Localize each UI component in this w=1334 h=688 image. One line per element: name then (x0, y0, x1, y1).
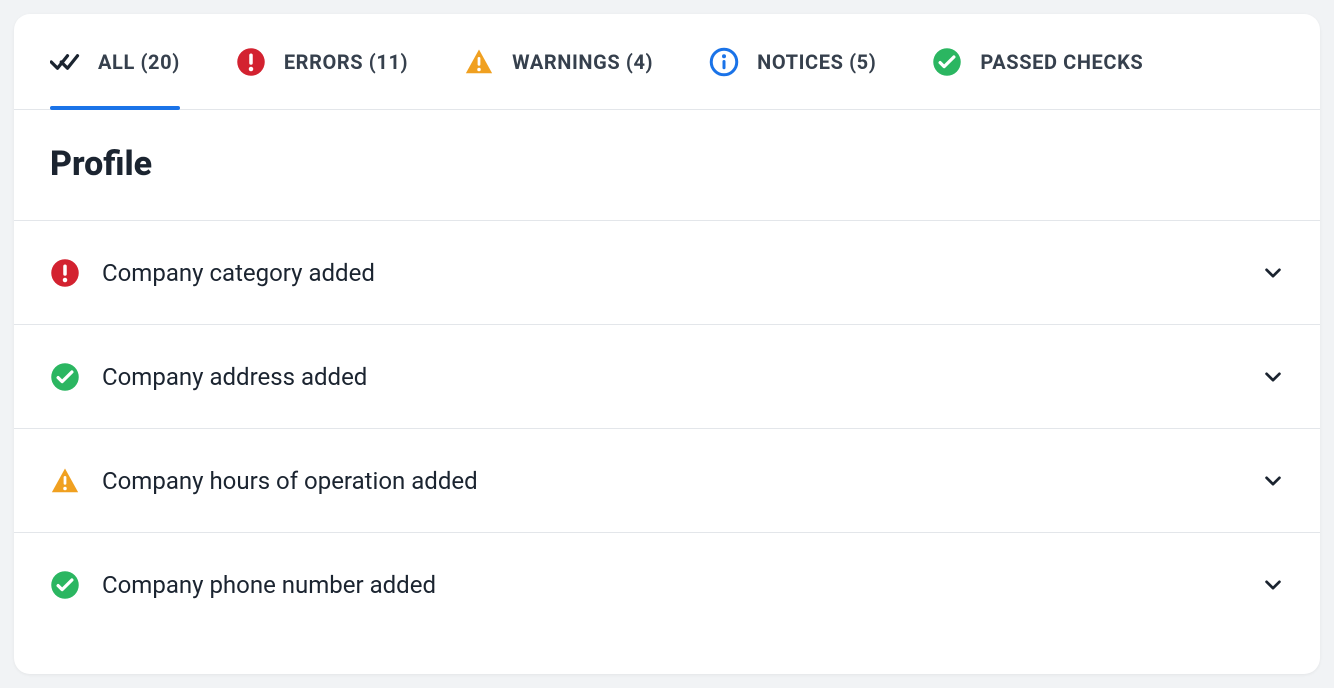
check-row-label: Company hours of operation added (102, 467, 478, 495)
tab-warnings-label: WARNINGS (4) (512, 50, 653, 74)
check-row-label: Company address added (102, 363, 367, 391)
check-row-company-hours[interactable]: Company hours of operation added (14, 429, 1320, 533)
info-icon (709, 47, 739, 77)
profile-checks-card: ALL (20) ERRORS (11) WARNINGS (4) NOTICE… (14, 14, 1320, 674)
chevron-down-icon (1262, 470, 1284, 492)
chevron-down-icon (1262, 574, 1284, 596)
tab-warnings[interactable]: WARNINGS (4) (464, 14, 653, 109)
tab-all-label: ALL (20) (98, 50, 180, 74)
check-row-company-address[interactable]: Company address added (14, 325, 1320, 429)
tab-errors[interactable]: ERRORS (11) (236, 14, 408, 109)
chevron-down-icon (1262, 262, 1284, 284)
tab-notices[interactable]: NOTICES (5) (709, 14, 876, 109)
check-row-company-category[interactable]: Company category added (14, 221, 1320, 325)
tab-passed[interactable]: PASSED CHECKS (932, 14, 1143, 109)
chevron-down-icon (1262, 366, 1284, 388)
tab-errors-label: ERRORS (11) (284, 50, 408, 74)
check-row-company-phone[interactable]: Company phone number added (14, 533, 1320, 637)
double-check-icon (50, 47, 80, 77)
check-circle-icon (932, 47, 962, 77)
section-title: Profile (14, 110, 1320, 221)
error-icon (50, 258, 80, 288)
check-circle-icon (50, 570, 80, 600)
tabs-bar: ALL (20) ERRORS (11) WARNINGS (4) NOTICE… (14, 14, 1320, 110)
check-row-label: Company category added (102, 259, 375, 287)
tab-passed-label: PASSED CHECKS (980, 50, 1143, 74)
error-icon (236, 47, 266, 77)
warning-icon (50, 466, 80, 496)
tab-all[interactable]: ALL (20) (50, 14, 180, 109)
check-circle-icon (50, 362, 80, 392)
warning-icon (464, 47, 494, 77)
tab-notices-label: NOTICES (5) (757, 50, 876, 74)
check-row-label: Company phone number added (102, 571, 436, 599)
